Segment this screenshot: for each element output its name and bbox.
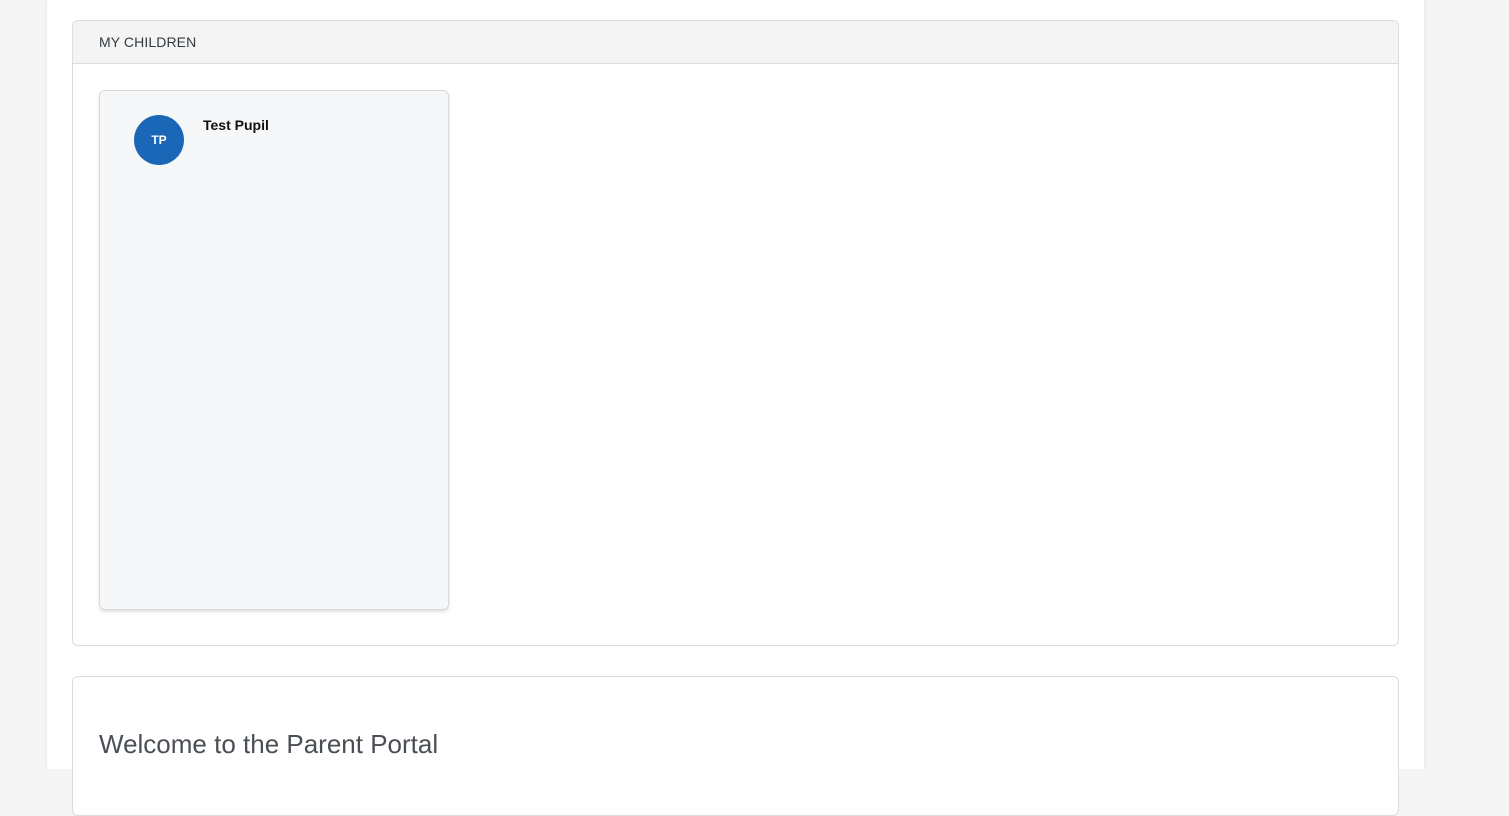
my-children-panel: MY CHILDREN TP Test Pupil	[72, 20, 1399, 646]
child-card-test-pupil[interactable]: TP Test Pupil	[99, 90, 449, 610]
my-children-header: MY CHILDREN	[73, 21, 1398, 64]
avatar: TP	[134, 115, 184, 165]
child-name: Test Pupil	[203, 117, 269, 133]
welcome-panel: Welcome to the Parent Portal	[72, 676, 1399, 816]
my-children-title: MY CHILDREN	[99, 34, 197, 50]
welcome-title: Welcome to the Parent Portal	[99, 729, 439, 759]
